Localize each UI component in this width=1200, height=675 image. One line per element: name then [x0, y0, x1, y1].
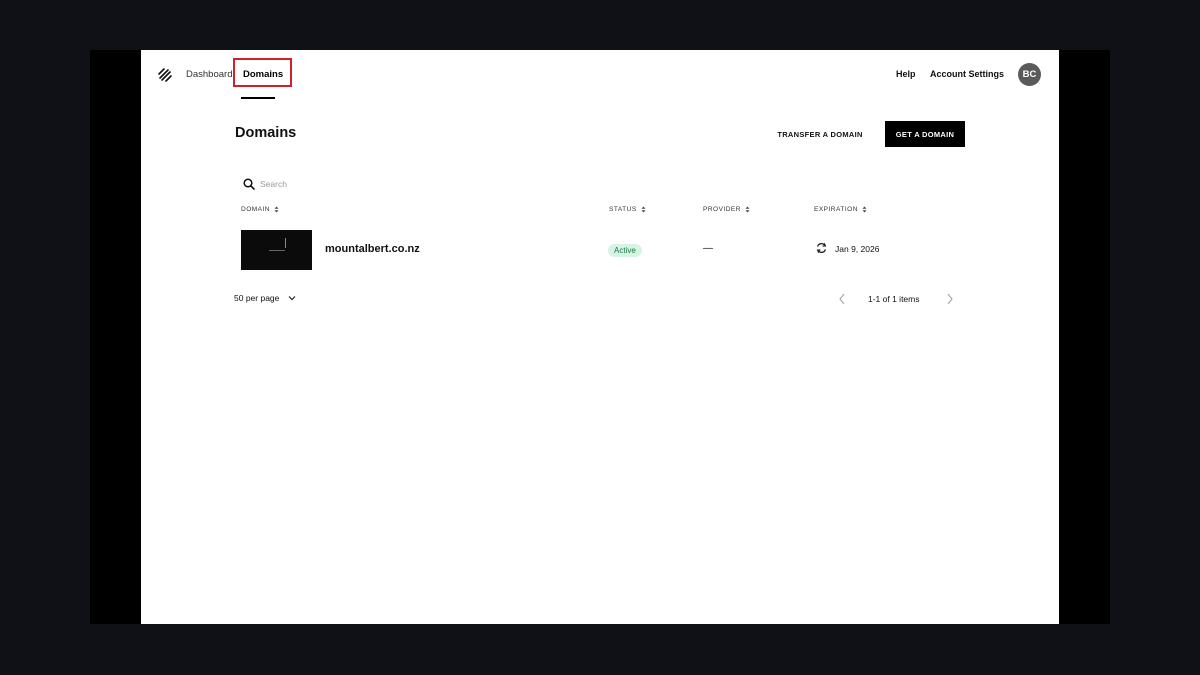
- provider-value: —: [703, 243, 713, 254]
- nav-account-settings-link[interactable]: Account Settings: [930, 69, 1004, 79]
- column-header-domain[interactable]: DOMAIN: [241, 206, 279, 213]
- chevron-down-icon: [288, 296, 296, 301]
- squarespace-logo-icon[interactable]: [157, 67, 173, 83]
- column-header-label: DOMAIN: [241, 206, 270, 213]
- column-header-status[interactable]: STATUS: [609, 206, 646, 213]
- highlight-annotation-box: [233, 58, 292, 87]
- status-badge: Active: [608, 244, 642, 257]
- thumbnail-detail: [285, 238, 286, 248]
- search-icon: [243, 178, 255, 190]
- column-header-label: PROVIDER: [703, 206, 741, 213]
- column-header-label: EXPIRATION: [814, 206, 858, 213]
- per-page-label: 50 per page: [234, 293, 280, 303]
- renew-icon: [816, 242, 827, 254]
- expiration-date: Jan 9, 2026: [835, 244, 880, 254]
- transfer-domain-button[interactable]: TRANSFER A DOMAIN: [767, 121, 873, 147]
- search-input[interactable]: [260, 176, 460, 192]
- app-screen: Dashboard Domains Help Account Settings …: [141, 50, 1059, 624]
- avatar[interactable]: BC: [1018, 63, 1041, 86]
- page-title: Domains: [235, 125, 297, 141]
- nav-help-link[interactable]: Help: [896, 69, 916, 79]
- chevron-right-icon[interactable]: [946, 293, 954, 305]
- per-page-dropdown[interactable]: 50 per page: [234, 293, 296, 303]
- sort-icon: [862, 206, 867, 213]
- sort-icon: [641, 206, 646, 213]
- pagination-info: 1-1 of 1 items: [868, 294, 920, 304]
- domain-thumbnail[interactable]: [241, 230, 312, 270]
- column-header-expiration[interactable]: EXPIRATION: [814, 206, 867, 213]
- domain-name-link[interactable]: mountalbert.co.nz: [325, 243, 420, 255]
- thumbnail-detail: [269, 250, 285, 251]
- nav-active-indicator: [241, 97, 275, 99]
- sort-icon: [745, 206, 750, 213]
- column-header-provider[interactable]: PROVIDER: [703, 206, 750, 213]
- column-header-label: STATUS: [609, 206, 637, 213]
- nav-dashboard-link[interactable]: Dashboard: [186, 69, 232, 80]
- get-domain-button[interactable]: GET A DOMAIN: [885, 121, 965, 147]
- chevron-left-icon[interactable]: [838, 293, 846, 305]
- sort-icon: [274, 206, 279, 213]
